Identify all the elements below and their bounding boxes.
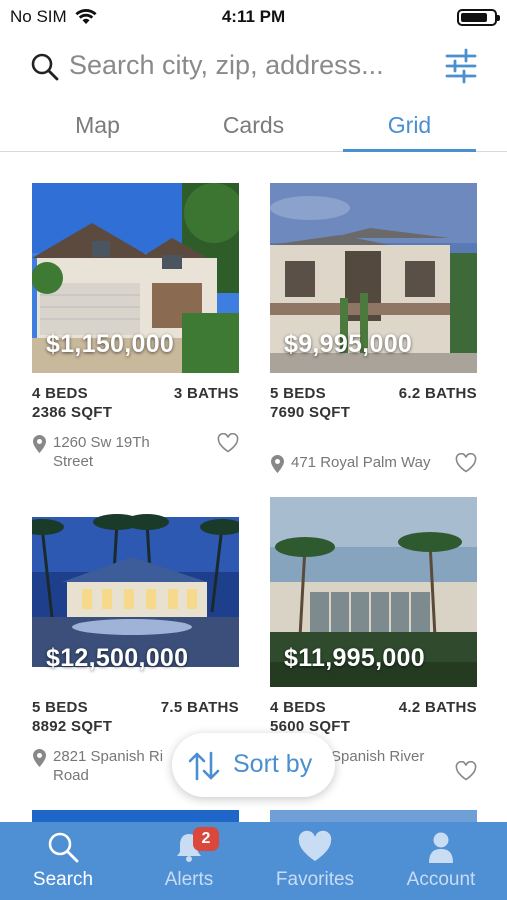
tabbar-item-search[interactable]: Search <box>0 822 126 900</box>
battery-icon <box>457 9 500 26</box>
location-pin-icon <box>33 749 46 767</box>
tabbar-item-account[interactable]: Account <box>378 822 504 900</box>
tabbar-label: Alerts <box>164 869 214 890</box>
listing-photo[interactable]: $9,995,000 <box>270 183 477 373</box>
location-pin-icon <box>271 455 284 473</box>
person-icon <box>429 832 453 863</box>
listing-beds: 5 BEDS <box>270 385 326 402</box>
search-icon <box>31 53 59 81</box>
active-tab-indicator <box>343 149 476 152</box>
clock: 4:11 PM <box>221 7 286 26</box>
tabbar-label: Search <box>32 869 94 890</box>
location-pin-icon <box>33 435 46 453</box>
listing-price: $12,500,000 <box>46 644 189 672</box>
listing-beds: 5 BEDS <box>32 699 88 716</box>
alerts-badge: 2 <box>193 827 219 851</box>
search-bar[interactable]: Search city, zip, address... <box>0 44 507 92</box>
tabbar-item-alerts[interactable]: 2 Alerts <box>126 822 252 900</box>
listing-baths: 4.2 BATHS <box>398 699 477 716</box>
listing-price: $11,995,000 <box>284 644 425 672</box>
search-icon <box>48 832 79 863</box>
listing-photo-partial <box>270 810 477 822</box>
search-input[interactable]: Search city, zip, address... <box>69 50 384 81</box>
bottom-tab-bar: Search 2 Alerts Favorites Account <box>0 822 507 900</box>
filter-sliders-icon[interactable] <box>445 48 477 84</box>
status-bar: No SIM 4:11 PM <box>0 0 507 34</box>
tabbar-label: Favorites <box>275 869 355 890</box>
favorite-heart-icon[interactable] <box>217 433 239 453</box>
listing-price: $9,995,000 <box>284 330 413 358</box>
listing-sqft: 2386 SQFT <box>32 404 113 421</box>
listing-address: Spanish River <box>331 748 425 765</box>
listing-beds: 4 BEDS <box>32 385 88 402</box>
listing-sqft: 7690 SQFT <box>270 404 351 421</box>
listing-baths: 6.2 BATHS <box>398 385 477 402</box>
sort-label: Sort by <box>233 750 313 778</box>
listing-card[interactable]: $9,995,000 5 BEDS 6.2 BATHS 7690 SQFT 47… <box>270 183 477 473</box>
listing-baths: 3 BATHS <box>173 385 239 402</box>
listing-sqft: 8892 SQFT <box>32 718 113 735</box>
tabbar-label: Account <box>406 869 476 890</box>
listing-baths: 7.5 BATHS <box>160 699 239 716</box>
view-tabs: Map Cards Grid <box>0 104 507 152</box>
listing-card[interactable]: $1,150,000 4 BEDS 3 BATHS 2386 SQFT 1260… <box>32 183 239 473</box>
favorite-heart-icon[interactable] <box>455 453 477 473</box>
listing-photo-partial <box>32 810 239 822</box>
listing-address: 2821 Spanish Ri Road <box>53 748 164 784</box>
listing-photo[interactable]: $12,500,000 <box>32 497 239 687</box>
listing-price: $1,150,000 <box>46 330 175 358</box>
sort-button[interactable]: Sort by <box>172 733 335 797</box>
tabbar-item-favorites[interactable]: Favorites <box>252 822 378 900</box>
tab-map[interactable]: Map <box>15 112 180 139</box>
listing-address: 1260 Sw 19Th Street <box>53 434 150 470</box>
favorite-heart-icon[interactable] <box>455 761 477 781</box>
sort-arrows-icon <box>188 751 220 781</box>
listing-photo[interactable]: $11,995,000 <box>270 497 477 687</box>
listing-address: 471 Royal Palm Way <box>291 454 431 471</box>
tab-grid[interactable]: Grid <box>327 112 492 139</box>
heart-icon <box>298 830 332 861</box>
tab-cards[interactable]: Cards <box>171 112 336 139</box>
listing-beds: 4 BEDS <box>270 699 326 716</box>
listing-photo[interactable]: $1,150,000 <box>32 183 239 373</box>
